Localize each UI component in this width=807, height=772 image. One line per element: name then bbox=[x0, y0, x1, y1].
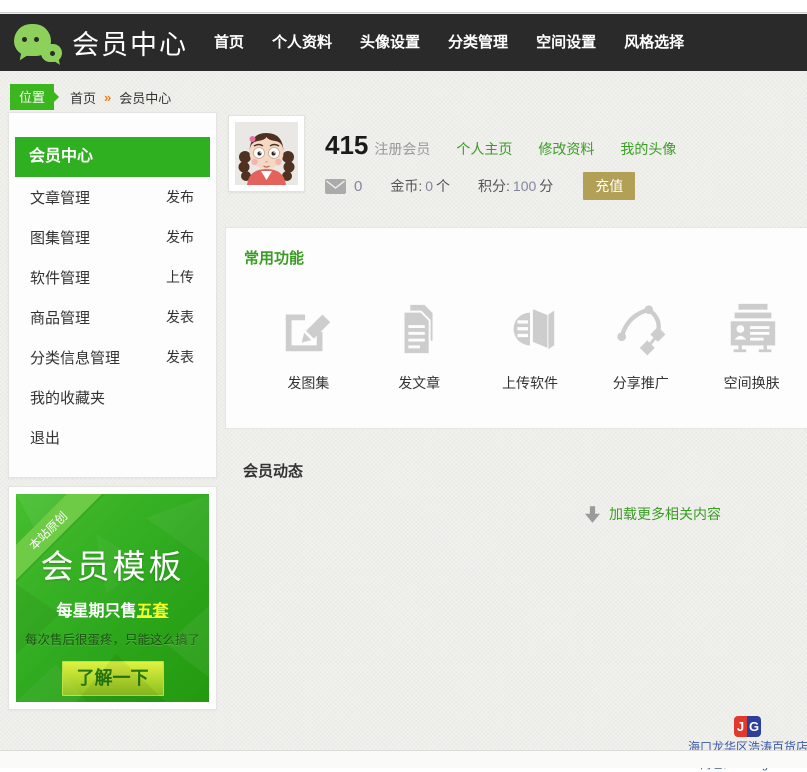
score-stat: 积分:100分 bbox=[478, 176, 553, 196]
breadcrumb-home[interactable]: 首页 bbox=[70, 88, 96, 107]
sidebar-item-label: 分类信息管理 bbox=[30, 347, 120, 368]
nav-item-home[interactable]: 首页 bbox=[200, 14, 258, 71]
share-icon bbox=[612, 300, 670, 358]
site-logo[interactable]: 会员中心 bbox=[14, 21, 188, 65]
sidebar-item-label: 文章管理 bbox=[30, 187, 90, 208]
coin-value: 0 bbox=[425, 178, 433, 194]
function-item-post-gallery[interactable]: 发图集 bbox=[253, 294, 364, 393]
mail-icon[interactable] bbox=[325, 179, 346, 194]
function-label: 分享推广 bbox=[585, 373, 696, 393]
down-arrow-icon bbox=[585, 506, 600, 523]
function-label: 上传软件 bbox=[475, 373, 586, 393]
sidebar-item-logout[interactable]: 退出 bbox=[9, 417, 216, 457]
sidebar-item-action[interactable]: 发表 bbox=[166, 307, 194, 327]
functions-grid: 发图集 发文章 上传软件 bbox=[226, 294, 807, 393]
sidebar-item-galleries[interactable]: 图集管理 发布 bbox=[9, 217, 216, 257]
nav-item-style-select[interactable]: 风格选择 bbox=[610, 14, 698, 71]
breadcrumb-separator: » bbox=[104, 90, 111, 105]
user-stats-row: 0 金币:0个 积分:100分 充值 bbox=[325, 172, 635, 200]
sidebar-item-action[interactable]: 发表 bbox=[166, 347, 194, 367]
mail-count[interactable]: 0 bbox=[354, 178, 362, 195]
nav-item-category-manage[interactable]: 分类管理 bbox=[434, 14, 522, 71]
sidebar-item-label: 软件管理 bbox=[30, 267, 90, 288]
sidebar-item-label: 商品管理 bbox=[30, 307, 90, 328]
sidebar-item-goods[interactable]: 商品管理 发表 bbox=[9, 297, 216, 337]
load-more-link[interactable]: 加载更多相关内容 bbox=[585, 504, 721, 524]
function-item-upload-software[interactable]: 上传软件 bbox=[475, 294, 586, 393]
function-item-post-article[interactable]: 发文章 bbox=[364, 294, 475, 393]
bottom-strip bbox=[0, 750, 807, 768]
sidebar-item-classified-info[interactable]: 分类信息管理 发表 bbox=[9, 337, 216, 377]
top-navbar: 会员中心 首页 个人资料 头像设置 分类管理 空间设置 风格选择 bbox=[0, 14, 807, 71]
jg-logo-right: G bbox=[747, 716, 761, 737]
user-role: 注册会员 bbox=[374, 139, 430, 159]
sidebar-item-articles[interactable]: 文章管理 发布 bbox=[9, 177, 216, 217]
site-title: 会员中心 bbox=[72, 23, 188, 62]
sidebar-item-label: 退出 bbox=[30, 427, 60, 448]
skin-card-icon bbox=[723, 300, 781, 358]
function-label: 发文章 bbox=[364, 373, 475, 393]
avatar-girl-illustration bbox=[235, 122, 298, 185]
location-tag: 位置 bbox=[10, 84, 54, 110]
sidebar-item-action[interactable]: 发布 bbox=[166, 227, 194, 247]
user-link-homepage[interactable]: 个人主页 bbox=[456, 139, 512, 159]
user-name: 415 bbox=[325, 130, 368, 161]
function-item-space-skin[interactable]: 空间换肤 bbox=[696, 294, 807, 393]
document-icon bbox=[390, 300, 448, 358]
user-identity-row: 415 注册会员 个人主页 修改资料 我的头像 bbox=[325, 130, 676, 161]
nav-item-space-settings[interactable]: 空间设置 bbox=[522, 14, 610, 71]
breadcrumb: 位置 首页 » 会员中心 bbox=[10, 84, 171, 110]
user-link-edit-profile[interactable]: 修改资料 bbox=[538, 139, 594, 159]
user-link-my-avatar[interactable]: 我的头像 bbox=[620, 139, 676, 159]
promo-panel: 本站原创 会员模板 每星期只售五套 每次售后很蛋疼，只能这么搞了 了解一下 bbox=[8, 486, 217, 710]
common-functions-panel: 常用功能 发图集 发文章 bbox=[225, 227, 807, 429]
member-activity-title: 会员动态 bbox=[243, 460, 303, 481]
edit-square-icon bbox=[279, 300, 337, 358]
function-label: 空间换肤 bbox=[696, 373, 807, 393]
user-avatar[interactable] bbox=[228, 115, 305, 192]
sidebar-item-label: 我的收藏夹 bbox=[30, 387, 105, 408]
recharge-button[interactable]: 充值 bbox=[583, 172, 635, 200]
nav-item-avatar-settings[interactable]: 头像设置 bbox=[346, 14, 434, 71]
score-value: 100 bbox=[513, 178, 536, 194]
promo-card[interactable]: 本站原创 会员模板 每星期只售五套 每次售后很蛋疼，只能这么搞了 了解一下 bbox=[16, 494, 209, 702]
sidebar-item-action[interactable]: 上传 bbox=[166, 267, 194, 287]
sidebar-item-favorites[interactable]: 我的收藏夹 bbox=[9, 377, 216, 417]
load-more-label: 加载更多相关内容 bbox=[609, 504, 721, 524]
sidebar-menu: 会员中心 文章管理 发布 图集管理 发布 软件管理 上传 商品管理 发表 分类信… bbox=[8, 112, 217, 478]
common-functions-title: 常用功能 bbox=[244, 247, 807, 268]
sidebar-item-software[interactable]: 软件管理 上传 bbox=[9, 257, 216, 297]
main-nav: 首页 个人资料 头像设置 分类管理 空间设置 风格选择 bbox=[200, 14, 698, 71]
wechat-bubbles-icon bbox=[14, 21, 64, 65]
coin-stat: 金币:0个 bbox=[390, 176, 450, 196]
top-strip bbox=[0, 0, 807, 13]
function-item-share-promote[interactable]: 分享推广 bbox=[585, 294, 696, 393]
sidebar-item-label: 图集管理 bbox=[30, 227, 90, 248]
jg-logo-left: J bbox=[734, 716, 747, 737]
sidebar-item-member-center[interactable]: 会员中心 bbox=[15, 137, 210, 177]
function-label: 发图集 bbox=[253, 373, 364, 393]
nav-item-profile[interactable]: 个人资料 bbox=[258, 14, 346, 71]
upload-software-icon bbox=[501, 300, 559, 358]
jg-logo[interactable]: J G bbox=[734, 716, 761, 737]
breadcrumb-current: 会员中心 bbox=[119, 88, 171, 107]
sidebar-item-action[interactable]: 发布 bbox=[166, 187, 194, 207]
